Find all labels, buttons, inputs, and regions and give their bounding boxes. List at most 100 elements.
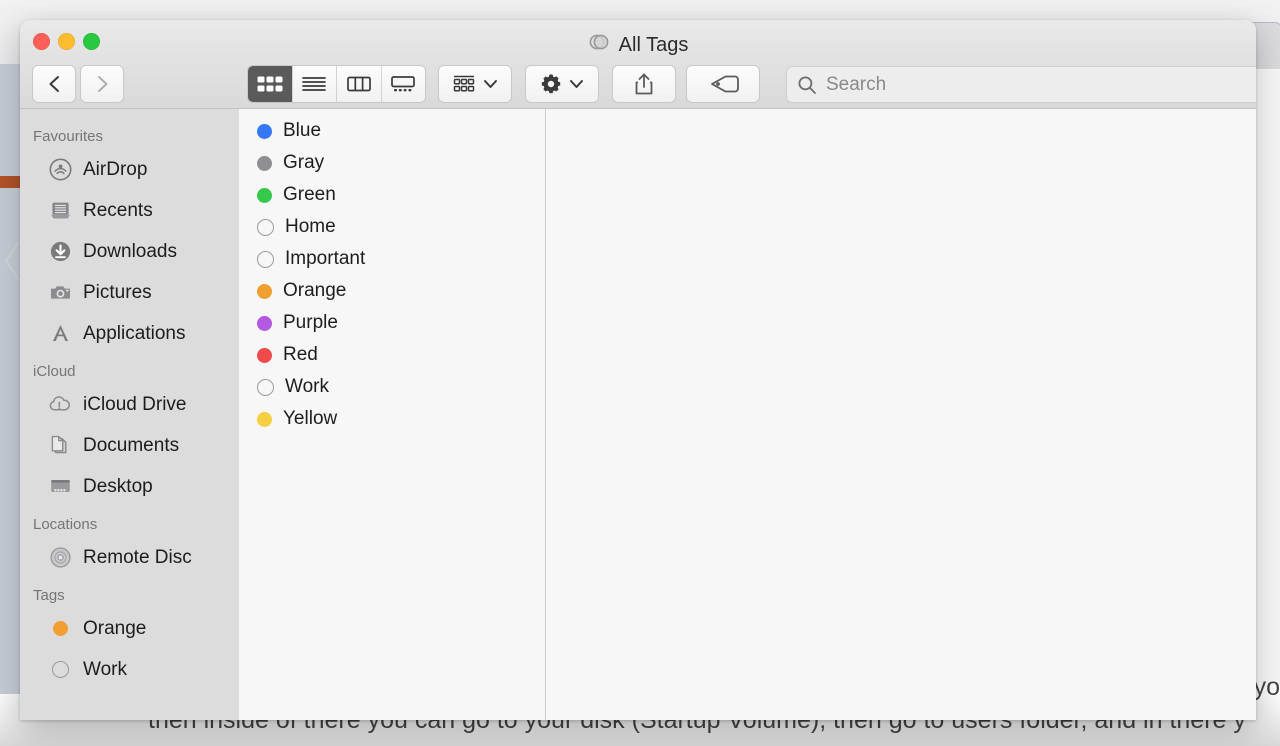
column-view-icon [346,76,371,92]
sidebar-item-label: Applications [83,322,186,344]
tag-dot-icon [257,283,272,299]
tag-dot-icon [257,315,272,331]
chevron-down-icon [570,80,583,88]
list-item-label: Red [283,344,318,365]
action-menu-button[interactable] [525,65,599,103]
list-item-label: Orange [283,280,347,301]
tag-dot-icon [257,250,274,268]
airdrop-icon [48,158,72,182]
tag-list-column: Blue Gray Green Home Important Orange Pu… [239,109,546,720]
recents-icon [48,199,72,223]
close-button[interactable] [33,33,50,50]
tag-icon [711,75,739,93]
sidebar: Favourites AirDrop Recents Downloads Pic… [20,109,239,720]
list-item[interactable]: Green [239,179,545,211]
arrange-by-button[interactable] [438,65,512,103]
chevron-right-icon [97,76,107,92]
pictures-camera-icon [48,281,72,305]
documents-icon [48,434,72,458]
applications-icon [48,322,72,346]
sidebar-item-downloads[interactable]: Downloads [20,231,239,272]
zoom-button[interactable] [83,33,100,50]
forward-button[interactable] [80,65,124,103]
list-view-icon [302,77,327,91]
sidebar-item-label: Orange [83,617,147,639]
list-item-label: Important [285,248,366,269]
list-item-label: Gray [283,152,325,173]
sidebar-item-label: Downloads [83,240,177,262]
sidebar-heading-icloud: iCloud [33,363,76,380]
window-title-area: All Tags [20,31,1256,59]
window-titlebar[interactable]: All Tags Search [20,20,1256,109]
gallery-view-button[interactable] [381,66,425,102]
list-item-label: Purple [283,312,338,333]
arrange-icon [453,75,475,92]
column-view-button[interactable] [337,66,382,102]
chevron-down-icon [484,80,497,88]
sidebar-tag-work[interactable]: Work [20,649,239,690]
share-button[interactable] [612,65,676,103]
list-item[interactable]: Important [239,243,545,275]
tag-dot-icon [257,187,272,203]
sidebar-heading-favourites: Favourites [33,128,104,145]
list-item[interactable]: Yellow [239,403,545,435]
list-item[interactable]: Purple [239,307,545,339]
list-view-button[interactable] [292,66,337,102]
sidebar-item-recents[interactable]: Recents [20,190,239,231]
list-item-label: Work [285,376,329,397]
background-right-panel [1255,64,1280,684]
traffic-light-buttons [33,33,100,50]
background-text-fragment: yo [1253,673,1280,701]
sidebar-item-pictures[interactable]: Pictures [20,272,239,313]
tag-dot-icon [257,347,272,363]
tag-dot-icon [257,155,272,171]
preview-column [546,109,1256,720]
sidebar-item-label: AirDrop [83,158,148,180]
gear-icon [541,74,561,94]
icon-view-button[interactable] [248,66,293,102]
chevron-left-icon [49,76,59,92]
sidebar-item-label: Pictures [83,281,152,303]
icloud-drive-alert-icon [48,393,72,417]
search-icon [798,75,816,94]
sidebar-item-applications[interactable]: Applications [20,313,239,354]
sidebar-item-label: Documents [83,434,180,456]
sidebar-item-desktop[interactable]: Desktop [20,466,239,507]
back-button[interactable] [32,65,76,103]
sidebar-heading-tags: Tags [33,587,65,604]
finder-window: All Tags Search Favourites AirDrop Recen… [20,20,1256,720]
sidebar-heading-locations: Locations [33,516,98,533]
list-item[interactable]: Work [239,371,545,403]
remote-disc-icon [48,546,72,570]
view-mode-segmented-control [247,65,426,103]
list-item-label: Yellow [283,408,338,429]
share-icon [635,73,653,95]
list-item[interactable]: Red [239,339,545,371]
sidebar-item-icloud-drive[interactable]: iCloud Drive [20,384,239,425]
navigation-buttons [32,65,124,103]
gallery-view-icon [391,76,416,92]
sidebar-item-airdrop[interactable]: AirDrop [20,149,239,190]
list-item-label: Green [283,184,336,205]
desktop-icon [48,475,72,499]
icon-view-icon [257,76,283,92]
sidebar-item-label: iCloud Drive [83,393,187,415]
sidebar-tag-orange[interactable]: Orange [20,608,239,649]
minimize-button[interactable] [58,33,75,50]
list-item[interactable]: Blue [239,115,545,147]
search-field[interactable]: Search [786,66,1256,103]
tag-dot-icon [48,658,72,682]
list-item[interactable]: Gray [239,147,545,179]
sidebar-item-label: Remote Disc [83,546,192,568]
edit-tags-button[interactable] [686,65,760,103]
tags-overlapping-circles-icon [588,31,610,59]
list-item[interactable]: Orange [239,275,545,307]
tag-dot-icon [257,123,272,139]
sidebar-item-documents[interactable]: Documents [20,425,239,466]
list-item[interactable]: Home [239,211,545,243]
tag-dot-icon [257,411,272,427]
sidebar-item-label: Recents [83,199,153,221]
search-placeholder: Search [826,73,887,95]
sidebar-item-remote-disc[interactable]: Remote Disc [20,537,239,578]
downloads-icon [48,240,72,264]
